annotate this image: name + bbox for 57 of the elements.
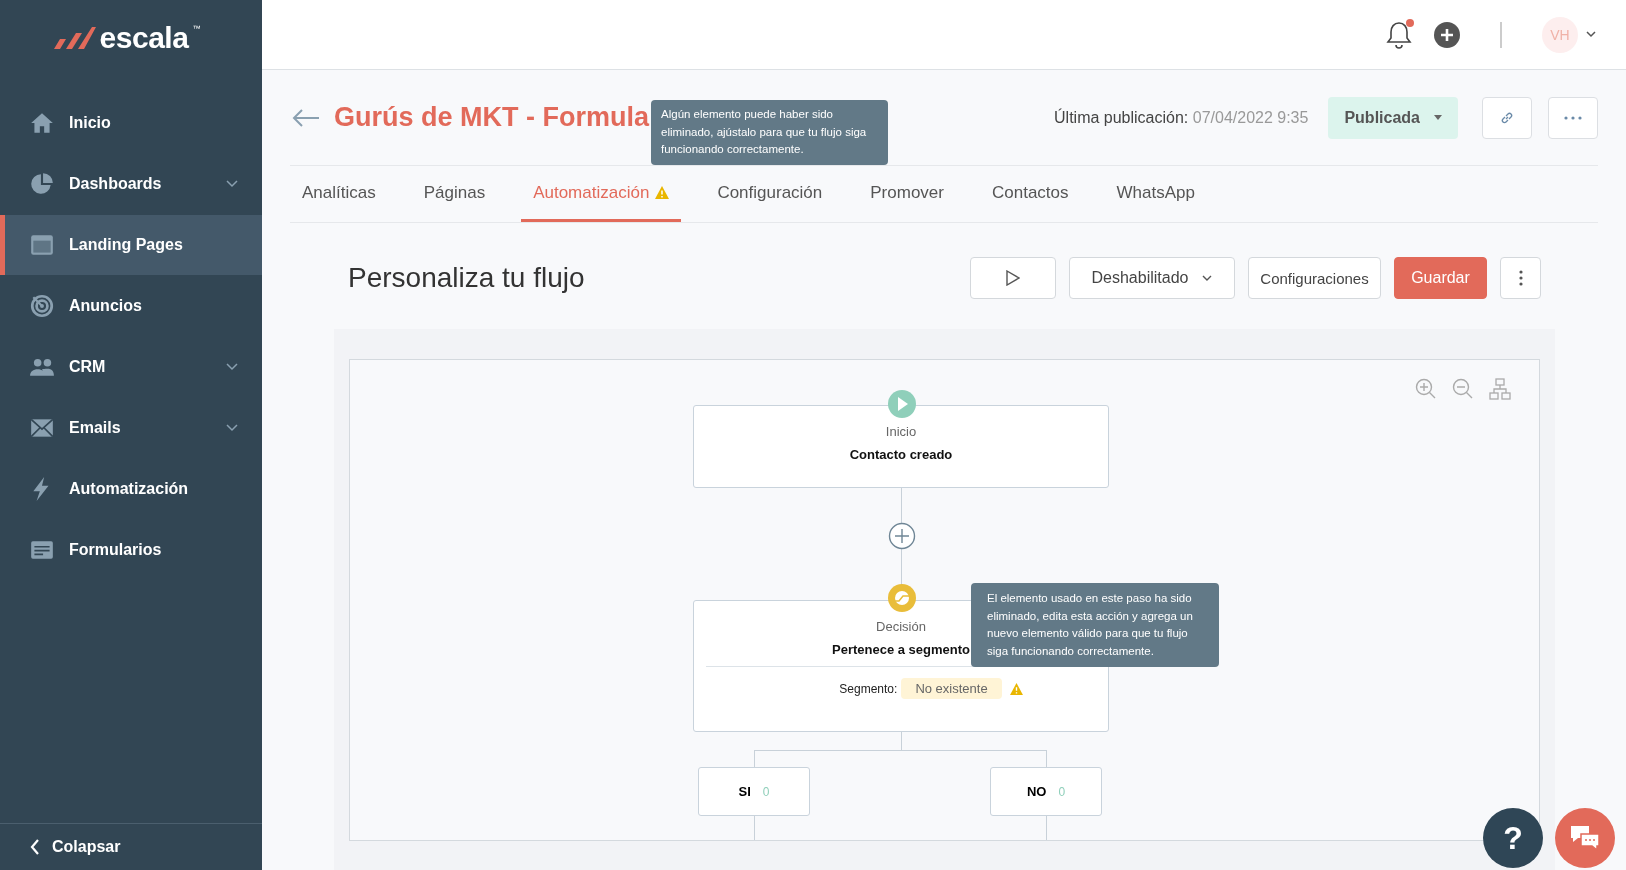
sidebar-item[interactable]: Landing Pages xyxy=(0,215,262,275)
start-node[interactable]: Inicio Contacto creado xyxy=(693,405,1109,488)
tab[interactable]: Páginas xyxy=(411,166,498,222)
chat-bubbles-icon xyxy=(1569,824,1601,852)
add-icon[interactable] xyxy=(1434,21,1460,48)
zoom-in-icon[interactable] xyxy=(1415,378,1437,400)
decision-icon xyxy=(887,583,917,613)
segment-value: No existente xyxy=(901,678,1002,699)
chevron-left-icon xyxy=(30,839,40,855)
status-dropdown[interactable]: Publicada xyxy=(1328,96,1458,139)
sidebar-item[interactable]: Dashboards xyxy=(0,154,262,214)
back-arrow-icon[interactable] xyxy=(292,108,320,127)
tab[interactable]: WhatsApp xyxy=(1104,166,1207,222)
bell-icon xyxy=(1386,20,1412,49)
state-dropdown[interactable]: Deshabilitado xyxy=(1069,257,1235,299)
section-title: Personaliza tu flujo xyxy=(348,262,586,294)
sidebar-item[interactable]: Automatización xyxy=(0,459,262,519)
chevron-down-icon xyxy=(1586,31,1596,38)
tab[interactable]: Configuración xyxy=(705,166,835,222)
settings-button[interactable]: Configuraciones xyxy=(1248,257,1381,299)
escala-logo: escala$^{™}$ xyxy=(0,0,252,75)
branch-node[interactable]: SI 0 xyxy=(698,767,810,816)
sidebar-item[interactable]: Anuncios xyxy=(0,276,262,336)
sidebar-item[interactable]: Inicio xyxy=(0,93,262,153)
sidebar-item[interactable]: CRM xyxy=(0,337,262,397)
pie-chart-icon xyxy=(29,171,55,197)
last-published-text: Última publicación: 07/04/2022 9:35 xyxy=(1054,108,1309,127)
target-icon xyxy=(29,293,55,319)
branch-node[interactable]: NO 0 xyxy=(990,767,1102,816)
play-icon xyxy=(1006,270,1020,286)
add-step-icon xyxy=(888,522,916,550)
play-button[interactable] xyxy=(970,257,1056,299)
warning-tooltip: Algún elemento puede haber sido eliminado, ajústalo para que tu flujo siga funcionando correctamente. xyxy=(651,100,888,165)
logo-bars-icon xyxy=(51,24,96,51)
tab[interactable]: Promover xyxy=(858,166,956,222)
link-icon xyxy=(1500,110,1514,125)
tab[interactable]: Contactos xyxy=(979,166,1081,222)
caret-down-icon xyxy=(1434,115,1442,120)
warning-tooltip: El elemento usado en este paso ha sido eliminado, edita esta acción y agrega un nuevo elemento válido para que tu flujo siga funcionando correctamente. xyxy=(971,583,1219,667)
kebab-icon xyxy=(1518,270,1523,286)
ellipsis-icon xyxy=(1564,115,1582,120)
hierarchy-icon[interactable] xyxy=(1489,378,1511,400)
sidebar-item[interactable]: Emails xyxy=(0,398,262,458)
zoom-out-icon[interactable] xyxy=(1452,378,1474,400)
chevron-down-icon xyxy=(1202,274,1213,282)
tab[interactable]: Analíticas xyxy=(290,166,388,222)
field-label: Segmento: xyxy=(839,681,898,696)
warning-icon xyxy=(655,186,670,199)
more-button[interactable] xyxy=(1500,257,1541,299)
link-button[interactable] xyxy=(1482,96,1532,139)
sidebar-item[interactable]: Formularios xyxy=(0,520,262,580)
more-button[interactable] xyxy=(1548,96,1598,139)
connector-line xyxy=(901,488,902,523)
browser-window-icon xyxy=(29,232,55,258)
start-play-icon xyxy=(887,389,917,419)
page-title: Gurús de MKT - Formula xyxy=(334,102,649,133)
notification-bell-icon[interactable] xyxy=(1386,20,1412,49)
